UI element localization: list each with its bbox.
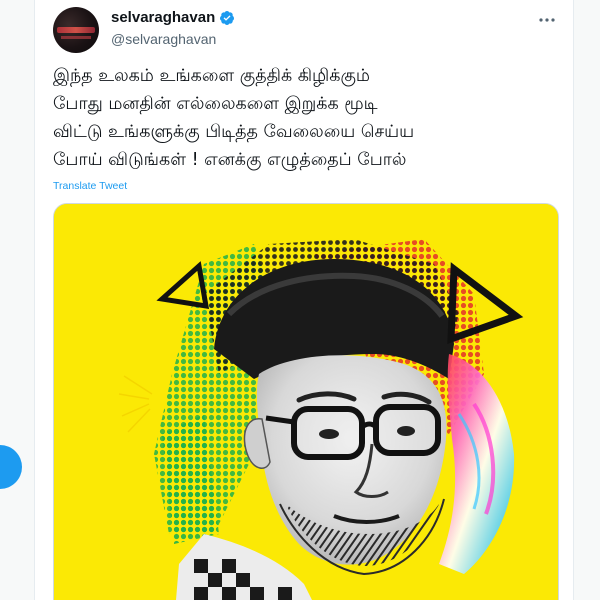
translate-tweet-link[interactable]: Translate Tweet bbox=[53, 180, 127, 192]
tweet-text-line: விட்டு உங்களுக்கு பிடித்த வேலையை செய்ய bbox=[53, 122, 415, 142]
tweet-card: selvaraghavan @selvaraghavan இந்த உலகம் … bbox=[34, 0, 574, 600]
page: selvaraghavan @selvaraghavan இந்த உலகம் … bbox=[0, 0, 600, 600]
tweet-text: இந்த உலகம் உங்களை குத்திக் கிழிக்கும் போ… bbox=[53, 62, 563, 174]
compose-tweet-button[interactable] bbox=[0, 445, 22, 489]
author-display-name: selvaraghavan bbox=[111, 9, 216, 26]
avatar-graphic-accent bbox=[61, 36, 91, 39]
tweet-media-image[interactable] bbox=[53, 203, 559, 600]
tweet-text-line: போய் விடுங்கள் ! எனக்கு எழுத்தைப் போல் bbox=[53, 150, 407, 170]
tweet-text-line: போது மனதின் எல்லைகளை இறுக்க மூடி bbox=[53, 94, 378, 114]
author-name-link[interactable]: selvaraghavan bbox=[111, 9, 235, 27]
portrait-artwork bbox=[54, 204, 558, 600]
more-horizontal-icon bbox=[539, 18, 555, 22]
author-handle[interactable]: @selvaraghavan bbox=[111, 30, 216, 48]
verified-badge-icon bbox=[220, 11, 235, 25]
more-options-button[interactable] bbox=[535, 8, 559, 32]
avatar-graphic bbox=[57, 27, 95, 33]
tweet-text-line: இந்த உலகம் உங்களை குத்திக் கிழிக்கும் bbox=[53, 66, 370, 86]
avatar[interactable] bbox=[53, 7, 99, 53]
